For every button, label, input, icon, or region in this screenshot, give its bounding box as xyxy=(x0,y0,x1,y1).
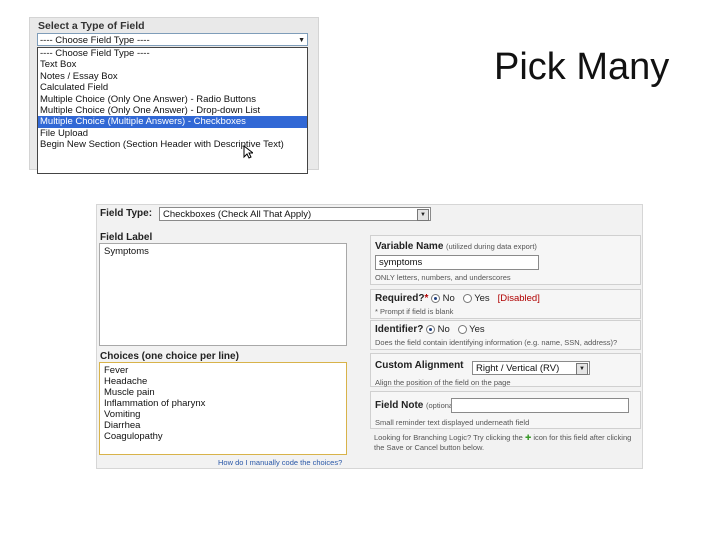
required-panel: Required?* No Yes [Disabled] * Prompt if… xyxy=(370,289,641,319)
picker-heading: Select a Type of Field xyxy=(38,20,145,32)
field-type-option[interactable]: ---- Choose Field Type ---- xyxy=(38,48,307,59)
required-status: [Disabled] xyxy=(497,293,540,304)
identifier-yes-radio[interactable] xyxy=(457,324,467,334)
identifier-label: Identifier? xyxy=(375,324,424,335)
branching-logic-hint: Looking for Branching Logic? Try clickin… xyxy=(374,433,640,453)
custom-alignment-value: Right / Vertical (RV) xyxy=(476,363,560,374)
field-label-heading: Field Label xyxy=(100,232,153,243)
field-type-picker-screenshot: Select a Type of Field ---- Choose Field… xyxy=(29,17,319,174)
identifier-hint: Does the field contain identifying infor… xyxy=(375,338,618,347)
required-no-label: No xyxy=(442,293,455,304)
required-yes-label: Yes xyxy=(474,293,490,304)
field-type-option[interactable]: File Upload xyxy=(38,128,307,139)
custom-alignment-panel: Custom Alignment Right / Vertical (RV) ▼… xyxy=(370,353,641,387)
field-type-option[interactable]: Begin New Section (Section Header with D… xyxy=(38,139,307,150)
choice-line: Coagulopathy xyxy=(104,431,163,442)
variable-name-label-note: (utilized during data export) xyxy=(446,242,537,251)
manual-code-choices-link[interactable]: How do I manually code the choices? xyxy=(218,458,342,467)
field-editor-screenshot: Field Type: Checkboxes (Check All That A… xyxy=(96,204,643,469)
slide-title: Pick Many xyxy=(494,46,670,88)
choice-line: Fever xyxy=(104,365,129,376)
field-type-dropdown-value: Checkboxes (Check All That Apply) xyxy=(163,209,312,220)
variable-name-hint: ONLY letters, numbers, and underscores xyxy=(375,273,511,282)
variable-name-label: Variable Name xyxy=(375,241,444,252)
choice-line: Muscle pain xyxy=(104,387,155,398)
choices-heading: Choices (one choice per line) xyxy=(100,351,239,362)
field-type-option[interactable]: Notes / Essay Box xyxy=(38,71,307,82)
field-note-panel: Field Note (optional) Small reminder tex… xyxy=(370,391,641,429)
required-marker: * xyxy=(424,293,429,304)
variable-name-panel: Variable Name (utilized during data expo… xyxy=(370,235,641,285)
required-hint: * Prompt if field is blank xyxy=(375,307,454,316)
field-type-option[interactable]: Calculated Field xyxy=(38,82,307,93)
identifier-no-label: No xyxy=(437,324,450,335)
branching-hint-text-1: Looking for Branching Logic? Try clickin… xyxy=(374,433,523,442)
field-note-input[interactable] xyxy=(451,398,629,413)
field-type-dropdown[interactable]: Checkboxes (Check All That Apply) ▼ xyxy=(159,207,431,221)
field-note-label: Field Note xyxy=(375,400,424,411)
field-type-option[interactable]: Text Box xyxy=(38,59,307,70)
identifier-no-radio[interactable] xyxy=(425,324,435,334)
branching-logic-icon[interactable]: ✚ xyxy=(525,433,531,442)
choice-line: Inflammation of pharynx xyxy=(104,398,206,409)
chevron-down-icon[interactable]: ▼ xyxy=(417,209,429,221)
identifier-panel: Identifier? No Yes Does the field contai… xyxy=(370,320,641,350)
field-type-label: Field Type: xyxy=(100,208,153,219)
field-label-value: Symptoms xyxy=(104,246,149,257)
variable-name-value: symptoms xyxy=(379,257,423,268)
field-type-select[interactable]: ---- Choose Field Type ---- ▼ xyxy=(37,33,308,46)
variable-name-input[interactable]: symptoms xyxy=(375,255,539,270)
custom-alignment-label: Custom Alignment xyxy=(375,360,464,371)
chevron-down-icon[interactable]: ▼ xyxy=(298,34,305,47)
field-type-select-value: ---- Choose Field Type ---- xyxy=(40,35,150,46)
required-label: Required? xyxy=(375,293,425,304)
branching-hint-text-2: icon for this field after xyxy=(533,433,605,442)
choices-textarea[interactable]: Fever Headache Muscle pain Inflammation … xyxy=(99,362,347,455)
field-note-hint: Small reminder text displayed underneath… xyxy=(375,418,530,427)
field-label-textarea[interactable]: Symptoms xyxy=(99,243,347,346)
custom-alignment-hint: Align the position of the field on the p… xyxy=(375,378,511,387)
choice-line: Vomiting xyxy=(104,409,141,420)
field-type-option-selected[interactable]: Multiple Choice (Multiple Answers) - Che… xyxy=(38,116,307,128)
required-no-radio[interactable] xyxy=(431,293,440,303)
field-type-option[interactable]: Multiple Choice (Only One Answer) - Radi… xyxy=(38,94,307,105)
field-type-options-list[interactable]: ---- Choose Field Type ---- Text Box Not… xyxy=(37,47,308,174)
field-type-option[interactable]: Multiple Choice (Only One Answer) - Drop… xyxy=(38,105,307,116)
custom-alignment-dropdown[interactable]: Right / Vertical (RV) ▼ xyxy=(472,361,590,375)
chevron-down-icon[interactable]: ▼ xyxy=(576,363,588,375)
choice-line: Headache xyxy=(104,376,148,387)
choice-line: Diarrhea xyxy=(104,420,141,431)
required-yes-radio[interactable] xyxy=(462,293,472,303)
identifier-yes-label: Yes xyxy=(469,324,485,335)
mouse-cursor-icon xyxy=(243,145,253,159)
